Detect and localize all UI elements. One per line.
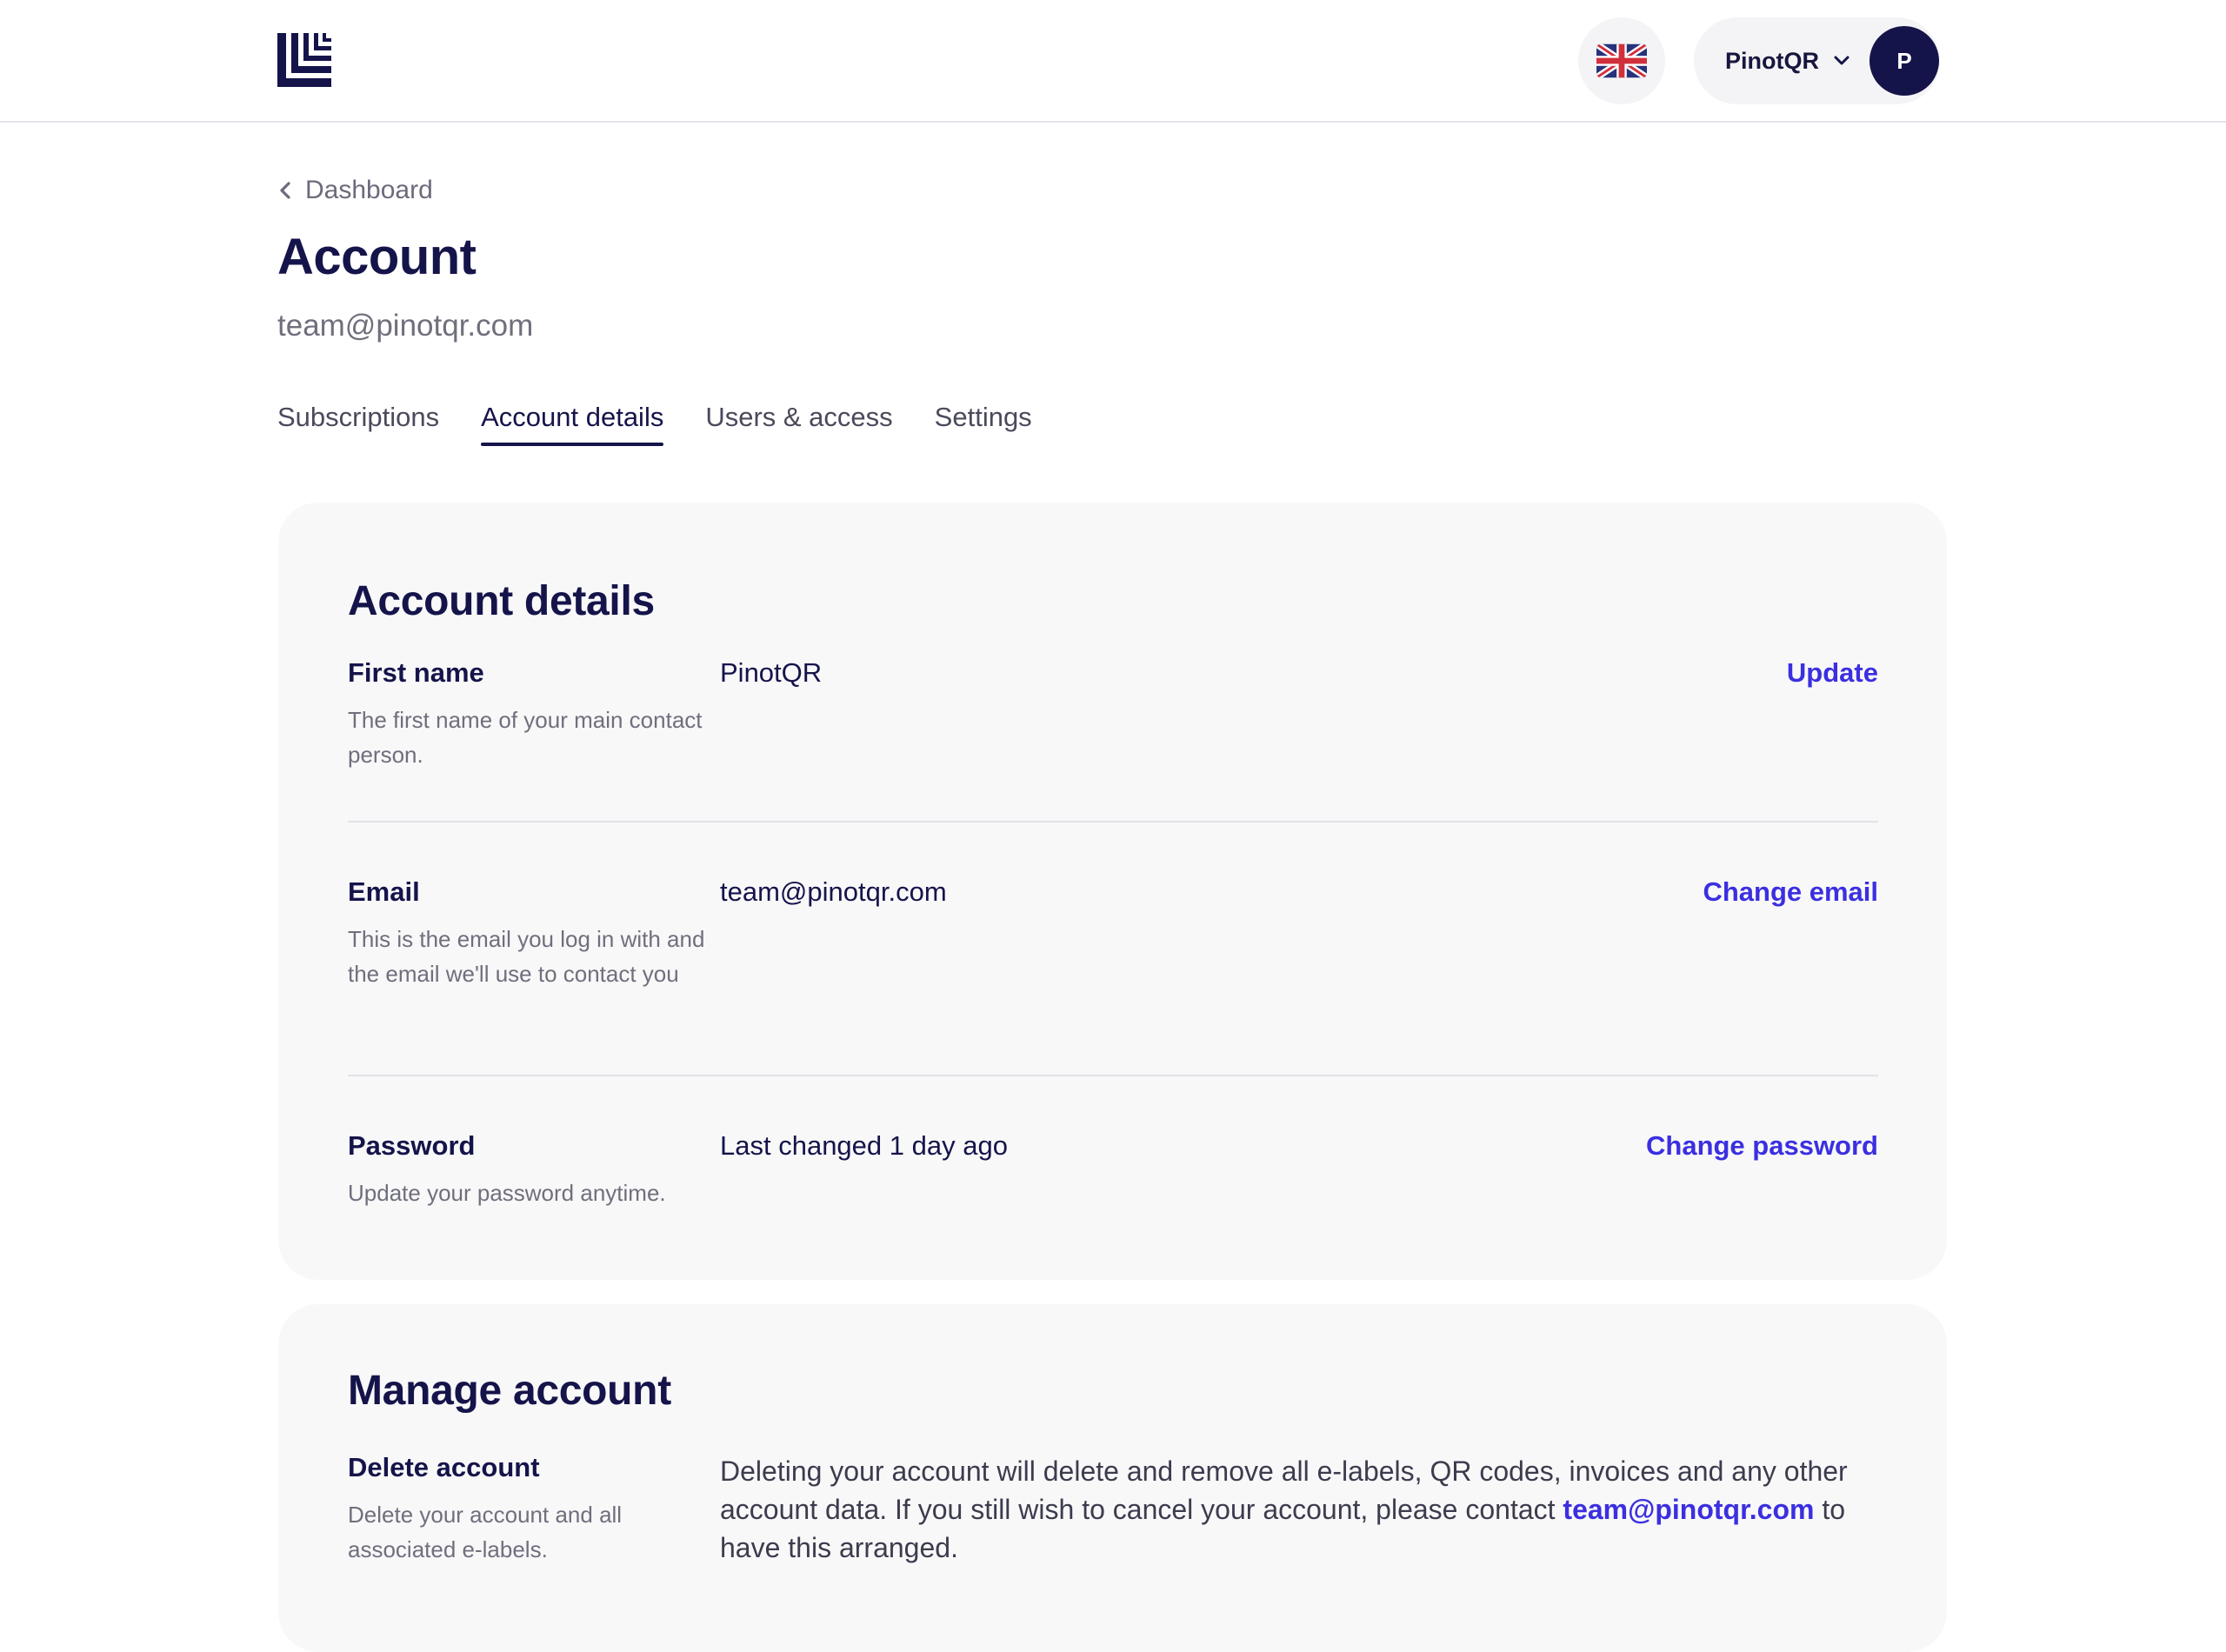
row-help-text: Update your password anytime.	[348, 1180, 666, 1206]
account-name: PinotQR	[1725, 48, 1819, 74]
change-password-button[interactable]: Change password	[1646, 1130, 1878, 1162]
row-divider	[348, 1075, 1878, 1076]
card-title: Manage account	[348, 1368, 671, 1414]
first-name-row: First name The first name of your main c…	[348, 657, 1878, 796]
card-title: Account details	[348, 578, 655, 624]
tab-account-details[interactable]: Account details	[481, 396, 664, 453]
password-row: Password Update your password anytime. L…	[348, 1130, 1878, 1235]
delete-account-row: Delete account Delete your account and a…	[348, 1452, 1878, 1626]
uk-flag-icon	[1596, 43, 1647, 78]
row-label: Email	[348, 876, 420, 907]
row-divider	[348, 821, 1878, 823]
brand-logo-icon[interactable]	[277, 33, 331, 87]
chevron-left-icon	[280, 182, 290, 199]
tab-settings[interactable]: Settings	[935, 396, 1032, 453]
row-help-text: Delete your account and all associated e…	[348, 1502, 623, 1562]
tab-subscriptions[interactable]: Subscriptions	[277, 396, 439, 453]
update-first-name-button[interactable]: Update	[1787, 657, 1878, 689]
chevron-down-icon	[1834, 56, 1849, 65]
first-name-value: PinotQR	[720, 657, 823, 688]
email-value: team@pinotqr.com	[720, 876, 947, 907]
page-subtitle: team@pinotqr.com	[277, 309, 534, 343]
change-email-button[interactable]: Change email	[1703, 876, 1878, 908]
row-label: Delete account	[348, 1452, 540, 1482]
language-selector-button[interactable]	[1578, 17, 1665, 104]
manage-account-card: Manage account Delete account Delete you…	[278, 1304, 1947, 1652]
row-help-text: This is the email you log in with and th…	[348, 926, 705, 987]
password-last-changed: Last changed 1 day ago	[720, 1130, 1008, 1161]
row-label: First name	[348, 657, 484, 688]
email-row: Email This is the email you log in with …	[348, 876, 1878, 1050]
support-email-link[interactable]: team@pinotqr.com	[1563, 1494, 1814, 1525]
avatar: P	[1869, 26, 1939, 96]
row-help-text: The first name of your main contact pers…	[348, 707, 703, 768]
row-label: Password	[348, 1130, 476, 1161]
page-title: Account	[277, 229, 477, 285]
top-navigation-bar: PinotQR P	[0, 0, 2226, 123]
account-tabs: Subscriptions Account details Users & ac…	[277, 396, 1074, 453]
back-link-label: Dashboard	[305, 176, 433, 204]
account-details-card: Account details First name The first nam…	[278, 503, 1947, 1280]
delete-account-description: Deleting your account will delete and re…	[720, 1452, 1885, 1567]
tab-users-access[interactable]: Users & access	[705, 396, 892, 453]
account-menu-button[interactable]: PinotQR P	[1694, 17, 1940, 104]
back-to-dashboard-link[interactable]: Dashboard	[277, 176, 433, 205]
